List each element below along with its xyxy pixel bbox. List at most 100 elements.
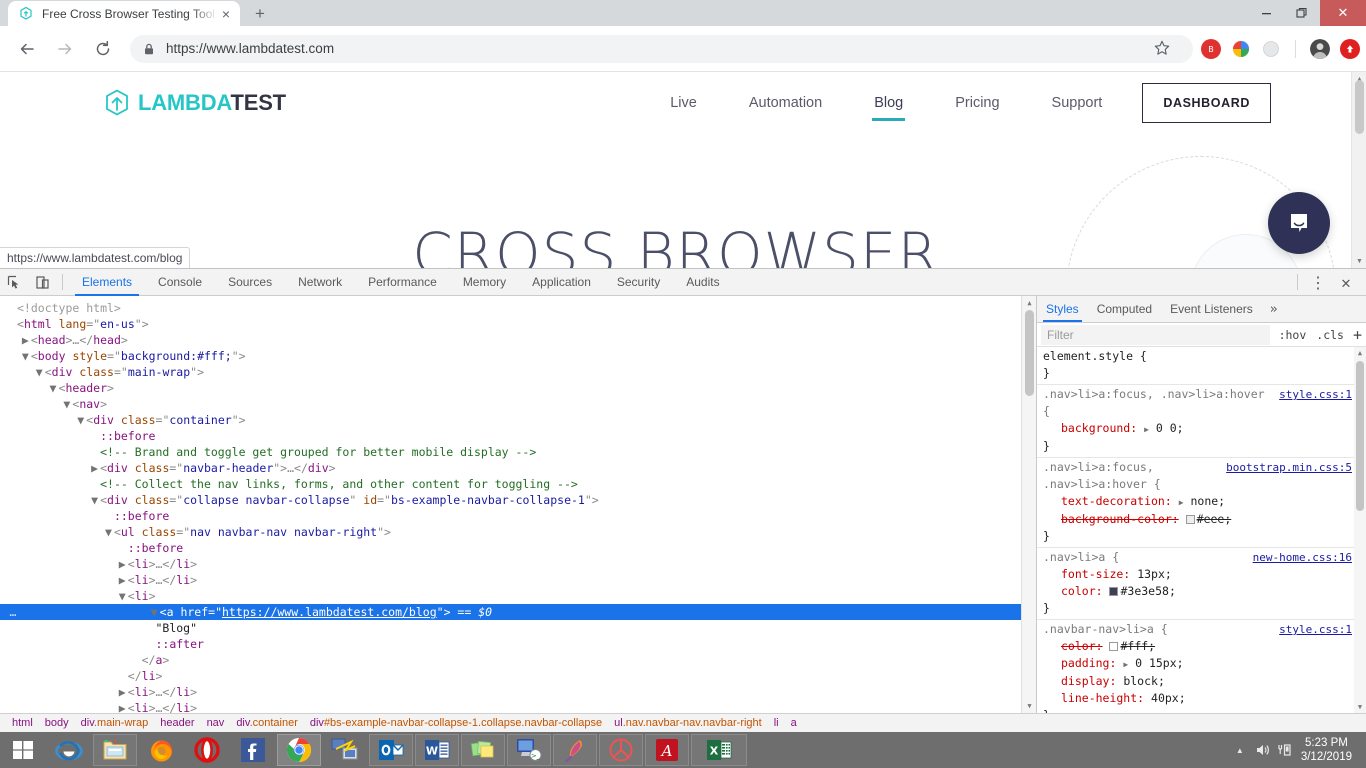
word-icon[interactable]: W [415, 734, 459, 766]
dom-node-row-selected[interactable]: … ▼<a href="https://www.lambdatest.com/b… [0, 604, 1036, 620]
dom-node-row[interactable]: </a> [0, 652, 1036, 668]
nav-item-pricing[interactable]: Pricing [929, 83, 1025, 123]
expand-shorthand-icon[interactable]: ▶ [1179, 498, 1184, 507]
breadcrumb-item[interactable]: body [39, 717, 75, 729]
file-explorer-icon[interactable] [93, 734, 137, 766]
scroll-down-arrow-icon[interactable]: ▼ [1354, 701, 1366, 713]
feather-editor-icon[interactable] [553, 734, 597, 766]
dom-node-row[interactable]: ::after [0, 636, 1036, 652]
sticky-notes-icon[interactable] [461, 734, 505, 766]
colorful-extension-icon[interactable] [1231, 39, 1251, 59]
network-icon[interactable] [1273, 742, 1295, 758]
taskbar-clock[interactable]: 5:23 PM 3/12/2019 [1295, 736, 1360, 764]
bookmark-star-icon[interactable] [1153, 39, 1173, 59]
dom-tree-pane[interactable]: <!doctype html> <html lang="en-us"> ▶<he… [0, 296, 1036, 713]
styles-scrollbar[interactable]: ▲ ▼ [1354, 347, 1366, 713]
style-declaration[interactable]: background-color: #eee; [1043, 511, 1366, 528]
excel-icon[interactable]: X [691, 734, 747, 766]
profile-avatar[interactable] [1310, 39, 1330, 59]
rule-origin-link[interactable]: new-home.css:16 [1253, 549, 1352, 566]
dom-node-row[interactable]: ▶<li>…</li> [0, 572, 1036, 588]
breadcrumb-item[interactable]: div.container [230, 717, 304, 729]
dom-node-row[interactable]: "Blog" [0, 620, 1036, 636]
breadcrumb-item[interactable]: ul.nav.navbar-nav.navbar-right [608, 717, 768, 729]
inspect-element-icon[interactable] [0, 269, 28, 295]
dom-node-row[interactable]: ▶<li>…</li> [0, 556, 1036, 572]
rule-selector[interactable]: .nav>li>a:focus, [1043, 460, 1154, 474]
style-rule[interactable]: .nav>li>a:focus,bootstrap.min.css:5.nav>… [1037, 458, 1366, 548]
dom-node-row[interactable]: ::before [0, 508, 1036, 524]
gray-circle-extension-icon[interactable] [1261, 39, 1281, 59]
dom-node-row[interactable]: ▼<body style="background:#fff;"> [0, 348, 1036, 364]
dom-node-row[interactable]: ▼<li> [0, 588, 1036, 604]
new-tab-button[interactable]: + [246, 1, 274, 26]
devtools-tab-application[interactable]: Application [519, 269, 604, 296]
red-arrow-extension-icon[interactable] [1340, 39, 1360, 59]
breadcrumb-item[interactable]: html [6, 717, 39, 729]
tab-close-icon[interactable]: × [218, 6, 234, 22]
style-rule[interactable]: element.style {} [1037, 347, 1366, 385]
style-declaration[interactable]: display: block; [1043, 673, 1366, 690]
volume-icon[interactable] [1251, 742, 1273, 758]
rule-selector[interactable]: element.style { [1043, 349, 1147, 363]
devtools-tab-elements[interactable]: Elements [69, 269, 145, 296]
style-declaration[interactable]: text-decoration: ▶ none; [1043, 493, 1366, 511]
styles-tab-styles[interactable]: Styles [1037, 296, 1088, 322]
scroll-up-arrow-icon[interactable]: ▲ [1354, 347, 1366, 359]
devtools-tab-performance[interactable]: Performance [355, 269, 450, 296]
dom-node-row[interactable]: <html lang="en-us"> [0, 316, 1036, 332]
new-style-rule-button[interactable]: + [1349, 326, 1366, 344]
rule-selector[interactable]: .nav>li>a { [1043, 550, 1119, 564]
devtools-close-icon[interactable]: ✕ [1332, 269, 1360, 295]
device-toolbar-icon[interactable] [28, 269, 56, 295]
dashboard-button[interactable]: DASHBOARD [1142, 83, 1271, 123]
styles-tab-event-listeners[interactable]: Event Listeners [1161, 296, 1262, 322]
color-swatch[interactable] [1186, 515, 1195, 524]
nav-item-live[interactable]: Live [644, 83, 723, 123]
expand-shorthand-icon[interactable]: ▶ [1144, 425, 1149, 434]
breadcrumb-item[interactable]: header [154, 717, 200, 729]
show-hidden-icons-icon[interactable]: ▲ [1229, 746, 1251, 755]
opera-ring-icon[interactable] [599, 734, 643, 766]
devtools-tab-console[interactable]: Console [145, 269, 215, 296]
rule-origin-link[interactable]: bootstrap.min.css:5 [1226, 459, 1352, 476]
window-close-button[interactable]: ✕ [1320, 0, 1366, 26]
devtools-tab-audits[interactable]: Audits [673, 269, 732, 296]
scroll-down-arrow-icon[interactable]: ▼ [1352, 254, 1366, 268]
style-rule[interactable]: .nav>li>a { new-home.css:16font-size: 13p… [1037, 548, 1366, 620]
devtools-tab-security[interactable]: Security [604, 269, 673, 296]
color-swatch[interactable] [1109, 642, 1118, 651]
dom-node-row[interactable]: <!-- Brand and toggle get grouped for be… [0, 444, 1036, 460]
dom-node-row[interactable]: <!doctype html> [0, 300, 1036, 316]
firefox-icon[interactable] [139, 734, 183, 766]
opera-icon[interactable] [185, 734, 229, 766]
style-declaration[interactable]: color: #fff; [1043, 638, 1366, 655]
color-swatch[interactable] [1109, 587, 1118, 596]
nav-item-blog[interactable]: Blog [848, 83, 929, 123]
dom-node-row[interactable]: ▶<div class="navbar-header">…</div> [0, 460, 1036, 476]
style-declaration[interactable]: line-height: 40px; [1043, 690, 1366, 707]
style-declaration[interactable]: font-size: 13px; [1043, 566, 1366, 583]
devtools-more-icon[interactable]: ⋮ [1304, 269, 1332, 295]
style-rule[interactable]: .navbar-nav>li>a {style.css:1color: #fff… [1037, 620, 1366, 713]
reload-icon[interactable] [88, 34, 118, 64]
toggle-class-button[interactable]: .cls [1311, 328, 1349, 342]
nav-item-automation[interactable]: Automation [723, 83, 848, 123]
dom-node-row[interactable]: ▼<div class="container"> [0, 412, 1036, 428]
breadcrumb-item[interactable]: li [768, 717, 785, 729]
lambdatest-logo[interactable]: LAMBDATEST [103, 88, 286, 118]
style-declaration[interactable]: background: ▶ 0 0; [1043, 420, 1366, 438]
dom-node-row[interactable]: ▼<div class="main-wrap"> [0, 364, 1036, 380]
styles-scrollbar-thumb[interactable] [1356, 361, 1364, 511]
back-icon[interactable] [12, 34, 42, 64]
address-bar-url[interactable]: https://www.lambdatest.com [166, 41, 1153, 56]
rule-selector[interactable]: .nav>li>a:focus, .nav>li>a:hover [1043, 387, 1265, 401]
remote-connection-icon[interactable]: >_ [507, 734, 551, 766]
dom-node-row[interactable]: ▼<div class="collapse navbar-collapse" i… [0, 492, 1036, 508]
breadcrumb-item[interactable]: nav [201, 717, 231, 729]
dom-node-row[interactable]: ▶<li>…</li> [0, 684, 1036, 700]
breadcrumb-item[interactable]: div#bs-example-navbar-collapse-1.collaps… [304, 717, 608, 729]
scroll-down-arrow-icon[interactable]: ▼ [1022, 699, 1036, 713]
dom-node-row[interactable]: ▶<li>…</li> [0, 700, 1036, 713]
styles-tab-computed[interactable]: Computed [1088, 296, 1161, 322]
